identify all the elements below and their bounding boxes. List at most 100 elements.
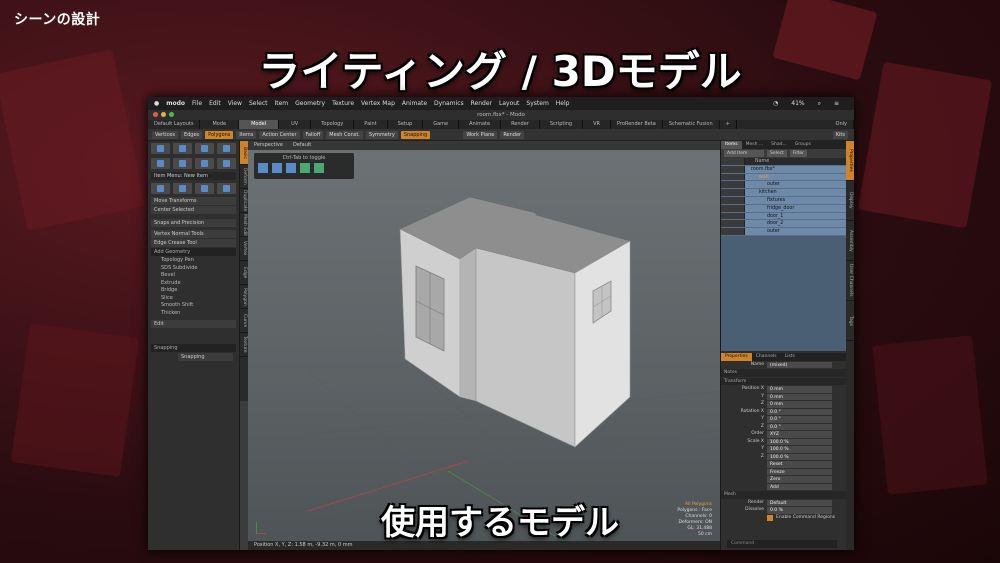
eye-icon[interactable] bbox=[721, 228, 745, 235]
item-row[interactable]: door_2 bbox=[721, 220, 846, 229]
position-y-field[interactable]: 0 mm bbox=[767, 393, 832, 401]
vtab-vertex[interactable]: Vertex bbox=[240, 237, 248, 261]
tab-uv[interactable]: UV bbox=[279, 120, 312, 129]
vtab-properties[interactable]: Properties bbox=[846, 141, 854, 181]
wifi-icon[interactable]: ◔ bbox=[773, 100, 778, 108]
scale-tool-icon[interactable] bbox=[195, 158, 214, 169]
eye-icon[interactable] bbox=[721, 173, 745, 181]
menu-edit[interactable]: Edit bbox=[209, 100, 221, 107]
tab-vr[interactable]: VR bbox=[583, 120, 612, 129]
tab-model[interactable]: Model bbox=[239, 120, 280, 129]
menu-animate[interactable]: Animate bbox=[402, 100, 427, 107]
item-menu-field[interactable]: Item Menu: New Item bbox=[151, 172, 236, 180]
extrude-tool[interactable]: Extrude bbox=[151, 280, 236, 288]
position-x-field[interactable]: 0 mm bbox=[767, 386, 832, 393]
tab-topology[interactable]: Topology bbox=[311, 120, 355, 129]
topology-pen-tool[interactable]: Topology Pen bbox=[151, 257, 236, 265]
minimize-window-icon[interactable] bbox=[161, 112, 166, 117]
add-geometry-header[interactable]: Add Geometry bbox=[151, 248, 236, 256]
items-button[interactable]: Items bbox=[236, 130, 257, 139]
reset-button[interactable]: Reset bbox=[767, 461, 832, 468]
close-window-icon[interactable] bbox=[153, 112, 158, 117]
group-tool-icon[interactable] bbox=[217, 183, 236, 194]
add-tab-button[interactable]: + bbox=[720, 120, 737, 129]
vtab-curve[interactable]: Curve bbox=[240, 309, 248, 333]
menu-layout[interactable]: Layout bbox=[499, 100, 519, 107]
view-type-label[interactable]: Perspective bbox=[254, 141, 283, 150]
tab-scripting[interactable]: Scripting bbox=[540, 120, 584, 129]
eye-icon[interactable] bbox=[721, 220, 745, 228]
eye-icon[interactable] bbox=[721, 212, 745, 220]
position-z-field[interactable]: 0 mm bbox=[767, 401, 832, 408]
menu-geometry[interactable]: Geometry bbox=[295, 100, 325, 107]
tab-groups[interactable]: Groups bbox=[791, 141, 815, 149]
freeze-button[interactable]: Freeze bbox=[767, 468, 832, 476]
scale-z-field[interactable]: 100.0 % bbox=[767, 453, 832, 461]
tool-pie-icon-1[interactable] bbox=[258, 163, 268, 173]
edge-crease-button[interactable]: Edge Crease Tool bbox=[151, 239, 236, 247]
bridge-tool[interactable]: Bridge bbox=[151, 287, 236, 295]
add-button[interactable]: Add bbox=[767, 483, 832, 491]
tab-game[interactable]: Game bbox=[423, 120, 460, 129]
sds-subdivide-tool[interactable]: SDS Subdivide bbox=[151, 265, 236, 273]
menu-render[interactable]: Render bbox=[471, 100, 492, 107]
vtab-basic[interactable]: Basic bbox=[240, 141, 248, 165]
snaps-precision-button[interactable]: Snaps and Precision bbox=[151, 219, 236, 227]
vtab-duplicate[interactable]: Duplicate bbox=[240, 189, 248, 213]
tab-only[interactable]: Only bbox=[830, 120, 854, 129]
vtab-mesh-edit[interactable]: Mesh Edit bbox=[240, 213, 248, 237]
snapping-button[interactable]: Snapping bbox=[400, 130, 431, 139]
menu-list-icon[interactable]: ≡ bbox=[834, 100, 839, 108]
room-model[interactable] bbox=[248, 141, 720, 550]
tab-lists[interactable]: Lists bbox=[781, 353, 799, 361]
cone-tool-icon[interactable] bbox=[217, 143, 236, 154]
tab-items[interactable]: Items bbox=[721, 141, 742, 149]
tab-default-layouts[interactable]: Default Layouts bbox=[148, 120, 201, 129]
order-dropdown[interactable]: XYZ bbox=[767, 431, 832, 438]
filter-button[interactable]: Filter bbox=[789, 150, 808, 157]
cylinder-tool-icon[interactable] bbox=[173, 143, 192, 154]
vtab-tags[interactable]: Tags bbox=[846, 301, 854, 341]
vtab-display[interactable]: Display bbox=[846, 181, 854, 221]
tab-properties[interactable]: Properties bbox=[721, 352, 752, 361]
bevel-tool[interactable]: Bevel bbox=[151, 272, 236, 280]
vtab-texture[interactable]: Texture bbox=[240, 333, 248, 357]
menu-help[interactable]: Help bbox=[556, 100, 570, 107]
scale-y-field[interactable]: 100.0 % bbox=[767, 446, 832, 453]
item-row[interactable]: kitchen bbox=[721, 189, 846, 197]
menu-item[interactable]: Item bbox=[274, 100, 288, 107]
menu-view[interactable]: View bbox=[228, 100, 242, 107]
name-field[interactable]: (mixed) bbox=[767, 361, 832, 369]
notes-section[interactable]: Notes bbox=[721, 369, 846, 377]
mesh-constraints-button[interactable]: Mesh Const. bbox=[326, 130, 363, 139]
tab-paint[interactable]: Paint bbox=[354, 120, 388, 129]
snapping-field[interactable]: Snapping bbox=[178, 353, 233, 361]
center-selected-button[interactable]: Center Selected bbox=[151, 206, 236, 214]
name-column[interactable]: Name bbox=[745, 158, 769, 165]
item-row[interactable]: fixtures bbox=[721, 196, 846, 205]
transform-section[interactable]: Transform bbox=[721, 377, 846, 386]
zoom-window-icon[interactable] bbox=[169, 112, 174, 117]
item-row[interactable]: outer bbox=[721, 181, 846, 190]
slice-tool[interactable]: Slice bbox=[151, 295, 236, 303]
menu-modo[interactable]: modo bbox=[166, 100, 185, 107]
vtab-user-channels[interactable]: User Channels bbox=[846, 261, 854, 301]
menu-file[interactable]: File bbox=[192, 100, 202, 107]
tool-pie-icon-2[interactable] bbox=[272, 163, 282, 173]
view-mode-label[interactable]: Default bbox=[293, 141, 311, 150]
tab-channels[interactable]: Channels bbox=[752, 353, 781, 361]
vertex-normal-button[interactable]: Vertex Normal Tools bbox=[151, 230, 236, 238]
menu-dynamics[interactable]: Dynamics bbox=[434, 100, 464, 107]
smooth-shift-tool[interactable]: Smooth Shift bbox=[151, 302, 236, 310]
cube-tool-icon[interactable] bbox=[151, 143, 170, 154]
kits-button[interactable]: Kits bbox=[832, 130, 848, 139]
vertices-button[interactable]: Vertices bbox=[152, 130, 178, 139]
3d-viewport[interactable]: Perspective Default Ctrl-Tab to toggle A… bbox=[248, 141, 720, 550]
item-row[interactable]: room.fbx* bbox=[721, 165, 846, 174]
eye-icon[interactable] bbox=[721, 204, 745, 212]
edges-button[interactable]: Edges bbox=[180, 130, 203, 139]
vtab-polygon[interactable]: Polygon bbox=[240, 285, 248, 309]
rotation-x-field[interactable]: 0.0 ° bbox=[767, 408, 832, 416]
eye-icon[interactable] bbox=[721, 165, 745, 173]
edit-dropdown[interactable]: Edit bbox=[151, 320, 236, 328]
